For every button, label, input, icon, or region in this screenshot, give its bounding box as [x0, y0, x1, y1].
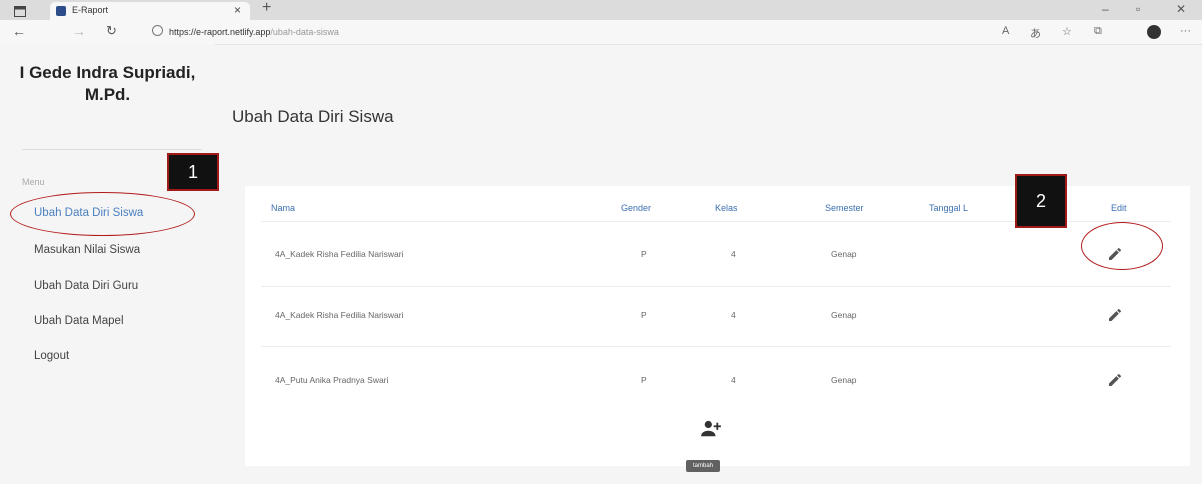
url-path: /ubah-data-siswa: [270, 27, 339, 37]
column-header-kelas: Kelas: [715, 203, 738, 213]
sidebar-item-masukan-nilai-siswa[interactable]: Masukan Nilai Siswa: [34, 244, 140, 256]
cell-nama: 4A_Kadek Risha Fedilia Nariswari: [275, 310, 404, 320]
favicon: [56, 6, 66, 16]
translate-icon[interactable]: あ: [1030, 25, 1041, 41]
more-icon[interactable]: ···: [1180, 25, 1191, 37]
row-divider: [261, 286, 1171, 287]
highlight-ellipse-menu: [10, 192, 195, 236]
window-icon[interactable]: [14, 4, 26, 17]
column-header-gender: Gender: [621, 203, 652, 213]
cell-semester: Genap: [831, 375, 857, 385]
cell-gender: P: [641, 375, 647, 385]
cell-semester: Genap: [831, 249, 857, 259]
teacher-name: I Gede Indra Supriadi, M.Pd.: [19, 63, 196, 104]
address-input[interactable]: https://e-raport.netlify.app/ubah-data-s…: [152, 25, 339, 37]
highlight-ellipse-edit: [1081, 222, 1163, 270]
sidebar-divider: [22, 149, 202, 150]
forward-icon[interactable]: →: [72, 23, 86, 39]
page-title: Ubah Data Diri Siswa: [232, 107, 394, 126]
back-icon[interactable]: ←: [12, 23, 26, 39]
reload-icon[interactable]: ↻: [106, 23, 117, 39]
annotation-marker-2: 2: [1015, 174, 1067, 228]
sidebar: I Gede Indra Supriadi, M.Pd. Menu Ubah D…: [0, 44, 215, 484]
read-aloud-icon[interactable]: A: [1002, 25, 1009, 37]
browser-tab-bar: E-Raport × + – ▫ ✕: [0, 0, 1202, 20]
close-tab-icon[interactable]: ×: [234, 3, 241, 17]
edit-pencil-icon[interactable]: [1107, 307, 1123, 323]
cell-gender: P: [641, 310, 647, 320]
cell-kelas: 4: [731, 375, 736, 385]
lock-icon: [152, 25, 163, 36]
profile-icon[interactable]: [1147, 25, 1161, 39]
add-tooltip: tambah: [686, 460, 720, 472]
cell-semester: Genap: [831, 310, 857, 320]
address-bar-row: ← → ↻ https://e-raport.netlify.app/ubah-…: [0, 20, 1202, 45]
minimize-icon[interactable]: –: [1102, 2, 1109, 16]
sidebar-item-ubah-data-mapel[interactable]: Ubah Data Mapel: [34, 315, 124, 327]
column-header-semester: Semester: [825, 203, 864, 213]
cell-kelas: 4: [731, 249, 736, 259]
cell-gender: P: [641, 249, 647, 259]
close-window-icon[interactable]: ✕: [1176, 2, 1186, 16]
cell-nama: 4A_Kadek Risha Fedilia Nariswari: [275, 249, 404, 259]
row-divider: [261, 346, 1171, 347]
cell-kelas: 4: [731, 310, 736, 320]
collections-icon[interactable]: ⧉: [1094, 25, 1102, 38]
add-student-icon[interactable]: [700, 420, 722, 438]
column-header-tanggal: Tanggal L: [929, 203, 969, 213]
tab-title: E-Raport: [72, 5, 109, 15]
sidebar-item-logout[interactable]: Logout: [34, 350, 69, 362]
cell-nama: 4A_Putu Anika Pradnya Swari: [275, 375, 389, 385]
column-header-nama: Nama: [271, 203, 296, 213]
sidebar-item-ubah-data-diri-guru[interactable]: Ubah Data Diri Guru: [34, 280, 138, 292]
new-tab-icon[interactable]: +: [262, 0, 271, 17]
annotation-marker-1: 1: [167, 153, 219, 191]
menu-label: Menu: [22, 177, 45, 187]
maximize-icon[interactable]: ▫: [1136, 2, 1140, 16]
edit-pencil-icon[interactable]: [1107, 372, 1123, 388]
url-host: https://e-raport.netlify.app: [169, 27, 271, 37]
column-header-edit: Edit: [1111, 203, 1127, 213]
browser-tab[interactable]: E-Raport ×: [50, 2, 250, 20]
favorites-icon[interactable]: ☆: [1062, 25, 1072, 38]
